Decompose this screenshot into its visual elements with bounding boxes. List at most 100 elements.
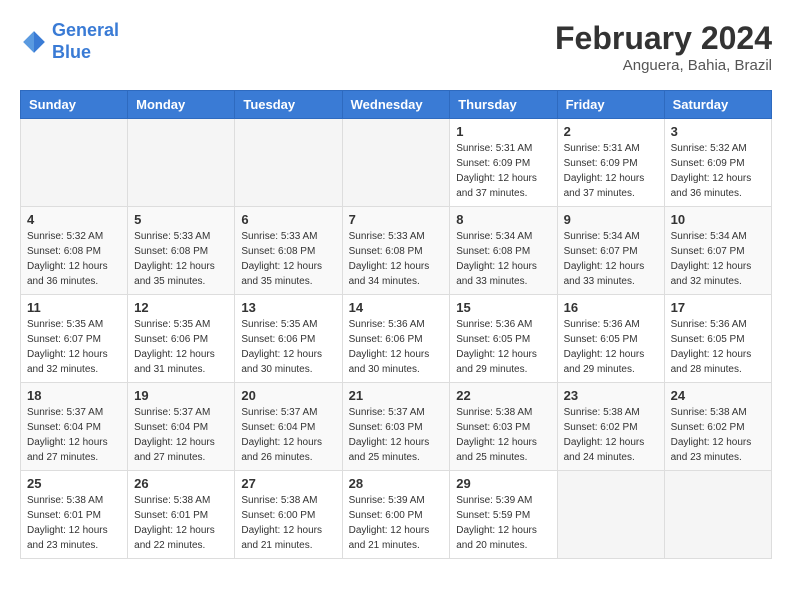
- calendar-cell: 11 Sunrise: 5:35 AM Sunset: 6:07 PM Dayli…: [21, 295, 128, 383]
- day-number: 21: [349, 388, 444, 403]
- day-of-week-tuesday: Tuesday: [235, 91, 342, 119]
- calendar-cell: 23Sunrise: 5:38 AM Sunset: 6:02 PM Dayli…: [557, 383, 664, 471]
- calendar-cell: 12 Sunrise: 5:35 AM Sunset: 6:06 PM Dayli…: [128, 295, 235, 383]
- day-info: Sunrise: 5:33 AM Sunset: 6:08 PM Dayligh…: [241, 229, 335, 289]
- calendar-cell: 17 Sunrise: 5:36 AM Sunset: 6:05 PM Dayli…: [664, 295, 771, 383]
- day-info: Sunrise: 5:38 AM Sunset: 6:03 PM Dayligh…: [456, 405, 550, 465]
- calendar-cell: 6 Sunrise: 5:33 AM Sunset: 6:08 PM Daylig…: [235, 207, 342, 295]
- calendar-cell: 28Sunrise: 5:39 AM Sunset: 6:00 PM Dayli…: [342, 471, 450, 559]
- day-number: 3: [671, 124, 765, 139]
- day-info: Sunrise: 5:39 AM Sunset: 5:59 PM Dayligh…: [456, 493, 550, 553]
- day-number: 25: [27, 476, 121, 491]
- day-number: 4: [27, 212, 121, 227]
- calendar-cell: 21 Sunrise: 5:37 AM Sunset: 6:03 PM Dayli…: [342, 383, 450, 471]
- day-number: 27: [241, 476, 335, 491]
- calendar-week-3: 11 Sunrise: 5:35 AM Sunset: 6:07 PM Dayli…: [21, 295, 772, 383]
- calendar-cell: 26Sunrise: 5:38 AM Sunset: 6:01 PM Dayli…: [128, 471, 235, 559]
- day-info: Sunrise: 5:38 AM Sunset: 6:01 PM Dayligh…: [134, 493, 228, 553]
- calendar-cell: 2 Sunrise: 5:31 AM Sunset: 6:09 PM Daylig…: [557, 119, 664, 207]
- day-number: 19: [134, 388, 228, 403]
- calendar-cell: [21, 119, 128, 207]
- day-of-week-saturday: Saturday: [664, 91, 771, 119]
- calendar-cell: 5Sunrise: 5:33 AM Sunset: 6:08 PM Daylig…: [128, 207, 235, 295]
- day-info: Sunrise: 5:35 AM Sunset: 6:06 PM Dayligh…: [241, 317, 335, 377]
- logo-text: General Blue: [52, 20, 119, 63]
- calendar-cell: 29 Sunrise: 5:39 AM Sunset: 5:59 PM Dayli…: [450, 471, 557, 559]
- calendar-week-1: 1 Sunrise: 5:31 AM Sunset: 6:09 PM Daylig…: [21, 119, 772, 207]
- calendar-cell: 9 Sunrise: 5:34 AM Sunset: 6:07 PM Daylig…: [557, 207, 664, 295]
- day-info: Sunrise: 5:36 AM Sunset: 6:05 PM Dayligh…: [671, 317, 765, 377]
- day-info: Sunrise: 5:31 AM Sunset: 6:09 PM Dayligh…: [564, 141, 658, 201]
- day-info: Sunrise: 5:37 AM Sunset: 6:04 PM Dayligh…: [27, 405, 121, 465]
- day-number: 5: [134, 212, 228, 227]
- day-number: 22: [456, 388, 550, 403]
- day-number: 17: [671, 300, 765, 315]
- day-number: 23: [564, 388, 658, 403]
- day-number: 15: [456, 300, 550, 315]
- day-number: 1: [456, 124, 550, 139]
- calendar-week-4: 18 Sunrise: 5:37 AM Sunset: 6:04 PM Dayli…: [21, 383, 772, 471]
- day-info: Sunrise: 5:35 AM Sunset: 6:06 PM Dayligh…: [134, 317, 228, 377]
- calendar-week-5: 25 Sunrise: 5:38 AM Sunset: 6:01 PM Dayli…: [21, 471, 772, 559]
- title-block: February 2024 Anguera, Bahia, Brazil: [555, 20, 772, 74]
- calendar-cell: 4 Sunrise: 5:32 AM Sunset: 6:08 PM Daylig…: [21, 207, 128, 295]
- calendar-cell: 15 Sunrise: 5:36 AM Sunset: 6:05 PM Dayli…: [450, 295, 557, 383]
- day-number: 16: [564, 300, 658, 315]
- day-info: Sunrise: 5:36 AM Sunset: 6:05 PM Dayligh…: [456, 317, 550, 377]
- day-info: Sunrise: 5:38 AM Sunset: 6:01 PM Dayligh…: [27, 493, 121, 553]
- day-of-week-monday: Monday: [128, 91, 235, 119]
- calendar-cell: [342, 119, 450, 207]
- calendar-cell: 18 Sunrise: 5:37 AM Sunset: 6:04 PM Dayli…: [21, 383, 128, 471]
- day-info: Sunrise: 5:37 AM Sunset: 6:03 PM Dayligh…: [349, 405, 444, 465]
- logo: General Blue: [20, 20, 119, 63]
- day-number: 24: [671, 388, 765, 403]
- day-info: Sunrise: 5:35 AM Sunset: 6:07 PM Dayligh…: [27, 317, 121, 377]
- calendar-cell: 13Sunrise: 5:35 AM Sunset: 6:06 PM Dayli…: [235, 295, 342, 383]
- day-number: 12: [134, 300, 228, 315]
- day-of-week-friday: Friday: [557, 91, 664, 119]
- day-number: 8: [456, 212, 550, 227]
- day-number: 2: [564, 124, 658, 139]
- calendar-cell: 3 Sunrise: 5:32 AM Sunset: 6:09 PM Daylig…: [664, 119, 771, 207]
- calendar-cell: 8 Sunrise: 5:34 AM Sunset: 6:08 PM Daylig…: [450, 207, 557, 295]
- location: Anguera, Bahia, Brazil: [555, 57, 772, 74]
- day-number: 20: [241, 388, 335, 403]
- day-of-week-wednesday: Wednesday: [342, 91, 450, 119]
- day-number: 14: [349, 300, 444, 315]
- day-of-week-thursday: Thursday: [450, 91, 557, 119]
- day-of-week-sunday: Sunday: [21, 91, 128, 119]
- calendar-cell: 7Sunrise: 5:33 AM Sunset: 6:08 PM Daylig…: [342, 207, 450, 295]
- day-info: Sunrise: 5:34 AM Sunset: 6:08 PM Dayligh…: [456, 229, 550, 289]
- calendar-cell: [664, 471, 771, 559]
- calendar-header-row: SundayMondayTuesdayWednesdayThursdayFrid…: [21, 91, 772, 119]
- calendar-cell: [235, 119, 342, 207]
- day-info: Sunrise: 5:31 AM Sunset: 6:09 PM Dayligh…: [456, 141, 550, 201]
- calendar-cell: 24 Sunrise: 5:38 AM Sunset: 6:02 PM Dayli…: [664, 383, 771, 471]
- month-year: February 2024: [555, 20, 772, 57]
- day-info: Sunrise: 5:36 AM Sunset: 6:05 PM Dayligh…: [564, 317, 658, 377]
- calendar-cell: 25 Sunrise: 5:38 AM Sunset: 6:01 PM Dayli…: [21, 471, 128, 559]
- day-info: Sunrise: 5:34 AM Sunset: 6:07 PM Dayligh…: [671, 229, 765, 289]
- calendar-cell: 22 Sunrise: 5:38 AM Sunset: 6:03 PM Dayli…: [450, 383, 557, 471]
- logo-icon: [20, 28, 48, 56]
- day-number: 6: [241, 212, 335, 227]
- day-info: Sunrise: 5:39 AM Sunset: 6:00 PM Dayligh…: [349, 493, 444, 553]
- day-info: Sunrise: 5:36 AM Sunset: 6:06 PM Dayligh…: [349, 317, 444, 377]
- day-number: 29: [456, 476, 550, 491]
- day-info: Sunrise: 5:32 AM Sunset: 6:09 PM Dayligh…: [671, 141, 765, 201]
- day-info: Sunrise: 5:34 AM Sunset: 6:07 PM Dayligh…: [564, 229, 658, 289]
- day-number: 11: [27, 300, 121, 315]
- calendar-cell: 20Sunrise: 5:37 AM Sunset: 6:04 PM Dayli…: [235, 383, 342, 471]
- page-header: General Blue February 2024 Anguera, Bahi…: [20, 20, 772, 74]
- day-number: 9: [564, 212, 658, 227]
- day-info: Sunrise: 5:38 AM Sunset: 6:00 PM Dayligh…: [241, 493, 335, 553]
- calendar-cell: 14 Sunrise: 5:36 AM Sunset: 6:06 PM Dayli…: [342, 295, 450, 383]
- calendar-cell: 10 Sunrise: 5:34 AM Sunset: 6:07 PM Dayli…: [664, 207, 771, 295]
- calendar-cell: 19 Sunrise: 5:37 AM Sunset: 6:04 PM Dayli…: [128, 383, 235, 471]
- day-number: 18: [27, 388, 121, 403]
- day-number: 10: [671, 212, 765, 227]
- day-info: Sunrise: 5:32 AM Sunset: 6:08 PM Dayligh…: [27, 229, 121, 289]
- day-info: Sunrise: 5:37 AM Sunset: 6:04 PM Dayligh…: [134, 405, 228, 465]
- day-info: Sunrise: 5:38 AM Sunset: 6:02 PM Dayligh…: [671, 405, 765, 465]
- calendar-cell: 16 Sunrise: 5:36 AM Sunset: 6:05 PM Dayli…: [557, 295, 664, 383]
